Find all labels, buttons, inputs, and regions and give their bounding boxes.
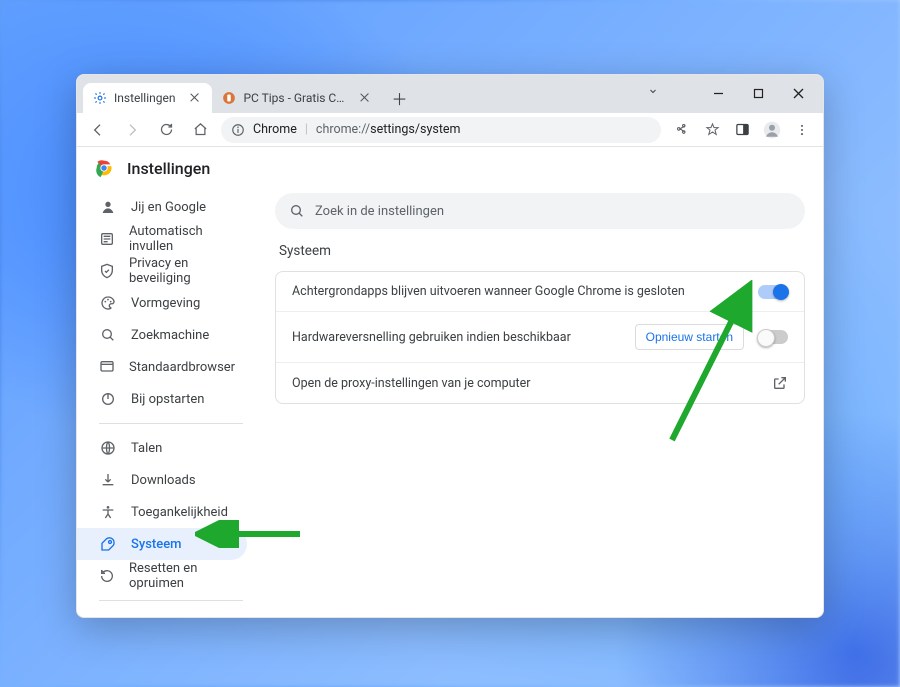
home-button[interactable] bbox=[187, 117, 213, 143]
sidebar-item-label: Vormgeving bbox=[131, 296, 200, 311]
system-card: Achtergrondapps blijven uitvoeren wannee… bbox=[275, 271, 805, 404]
profile-avatar[interactable] bbox=[759, 117, 785, 143]
toggle-background-apps[interactable] bbox=[758, 285, 788, 299]
accessibility-icon bbox=[99, 504, 117, 520]
sidebar-item-autofill[interactable]: Automatisch invullen bbox=[77, 223, 247, 255]
share-icon[interactable] bbox=[669, 117, 695, 143]
sidebar-item-you[interactable]: Jij en Google bbox=[77, 191, 247, 223]
tab-close-icon[interactable] bbox=[358, 91, 372, 105]
sidebar-item-label: Resetten en opruimen bbox=[129, 561, 233, 591]
window-close-button[interactable] bbox=[779, 81, 817, 105]
downloads-icon bbox=[99, 472, 117, 488]
address-bar[interactable]: Chrome | chrome://settings/system bbox=[221, 117, 661, 143]
you-icon bbox=[99, 199, 117, 215]
search-placeholder: Zoek in de instellingen bbox=[315, 204, 444, 219]
system-icon bbox=[99, 536, 117, 552]
sidebar-item-label: Privacy en beveiliging bbox=[129, 256, 233, 286]
restart-button[interactable]: Opnieuw starten bbox=[635, 324, 744, 350]
row-proxy-settings[interactable]: Open de proxy-instellingen van je comput… bbox=[276, 362, 804, 403]
settings-main: Zoek in de instellingen Systeem Achtergr… bbox=[257, 185, 823, 617]
sidebar-item-label: Toegankelijkheid bbox=[131, 505, 228, 520]
site-favicon bbox=[222, 91, 236, 105]
sidebar-item-system[interactable]: Systeem bbox=[77, 528, 247, 560]
sidebar-item-label: Automatisch invullen bbox=[129, 224, 233, 254]
row-background-apps[interactable]: Achtergrondapps blijven uitvoeren wannee… bbox=[276, 272, 804, 311]
sidebar-item-label: Downloads bbox=[131, 473, 196, 488]
sidebar-item-label: Zoekmachine bbox=[131, 328, 209, 343]
tab-title: Instellingen bbox=[114, 91, 175, 105]
appearance-icon bbox=[99, 295, 117, 311]
chrome-logo-icon bbox=[93, 157, 115, 179]
page-title: Instellingen bbox=[127, 159, 210, 178]
sidebar-item-extensions[interactable]: Extensies bbox=[77, 609, 247, 617]
sidebar-item-search[interactable]: Zoekmachine bbox=[77, 319, 247, 351]
side-panel-icon[interactable] bbox=[729, 117, 755, 143]
startup-icon bbox=[99, 391, 117, 407]
tab-overflow-chevron[interactable] bbox=[647, 85, 659, 97]
back-button[interactable] bbox=[85, 117, 111, 143]
sidebar-item-startup[interactable]: Bij opstarten bbox=[77, 383, 247, 415]
search-icon bbox=[289, 203, 305, 219]
settings-search-input[interactable]: Zoek in de instellingen bbox=[275, 193, 805, 229]
reload-button[interactable] bbox=[153, 117, 179, 143]
tab-close-icon[interactable] bbox=[188, 91, 202, 105]
sidebar-item-downloads[interactable]: Downloads bbox=[77, 464, 247, 496]
sidebar-item-label: Standaardbrowser bbox=[129, 360, 235, 375]
sidebar-item-reset[interactable]: Resetten en opruimen bbox=[77, 560, 247, 592]
default-icon bbox=[99, 359, 115, 375]
sidebar-item-label: Bij opstarten bbox=[131, 392, 204, 407]
autofill-icon bbox=[99, 231, 115, 247]
sidebar-item-privacy[interactable]: Privacy en beveiliging bbox=[77, 255, 247, 287]
row-label: Hardwareversnelling gebruiken indien bes… bbox=[292, 330, 571, 345]
sidebar-item-default[interactable]: Standaardbrowser bbox=[77, 351, 247, 383]
privacy-icon bbox=[99, 263, 115, 279]
browser-toolbar: Chrome | chrome://settings/system bbox=[77, 113, 823, 147]
settings-sidebar: Jij en Google Automatisch invullenPrivacy… bbox=[77, 185, 257, 617]
reset-icon bbox=[99, 568, 115, 584]
languages-icon bbox=[99, 440, 117, 456]
omnibox-branding: Chrome bbox=[253, 122, 297, 137]
tab-settings[interactable]: Instellingen bbox=[83, 83, 212, 113]
external-link-icon bbox=[772, 375, 788, 391]
sidebar-item-accessibility[interactable]: Toegankelijkheid bbox=[77, 496, 247, 528]
new-tab-button[interactable]: ＋ bbox=[386, 85, 412, 111]
section-title: Systeem bbox=[279, 243, 805, 259]
sidebar-item-appearance[interactable]: Vormgeving bbox=[77, 287, 247, 319]
window-minimize-button[interactable] bbox=[699, 81, 737, 105]
tab-title: PC Tips - Gratis Computer Tips... bbox=[243, 91, 345, 105]
bookmark-icon[interactable] bbox=[699, 117, 725, 143]
gear-icon bbox=[93, 91, 107, 105]
sidebar-item-languages[interactable]: Talen bbox=[77, 432, 247, 464]
row-hardware-accel[interactable]: Hardwareversnelling gebruiken indien bes… bbox=[276, 311, 804, 362]
row-label: Open de proxy-instellingen van je comput… bbox=[292, 376, 531, 391]
sidebar-item-label: Talen bbox=[131, 441, 162, 456]
window-maximize-button[interactable] bbox=[739, 81, 777, 105]
info-icon bbox=[231, 123, 245, 137]
window-controls bbox=[699, 81, 817, 105]
row-label: Achtergrondapps blijven uitvoeren wannee… bbox=[292, 284, 685, 299]
forward-button[interactable] bbox=[119, 117, 145, 143]
tab-pctips[interactable]: PC Tips - Gratis Computer Tips... bbox=[212, 83, 382, 113]
settings-header: Instellingen bbox=[77, 147, 226, 185]
toggle-hardware-accel[interactable] bbox=[758, 330, 788, 344]
browser-window: Instellingen PC Tips - Gratis Computer T… bbox=[76, 74, 824, 618]
kebab-menu-icon[interactable] bbox=[789, 117, 815, 143]
sidebar-item-label: Systeem bbox=[131, 537, 182, 552]
search-icon bbox=[99, 327, 117, 343]
sidebar-item-label: Jij en Google bbox=[131, 200, 206, 215]
